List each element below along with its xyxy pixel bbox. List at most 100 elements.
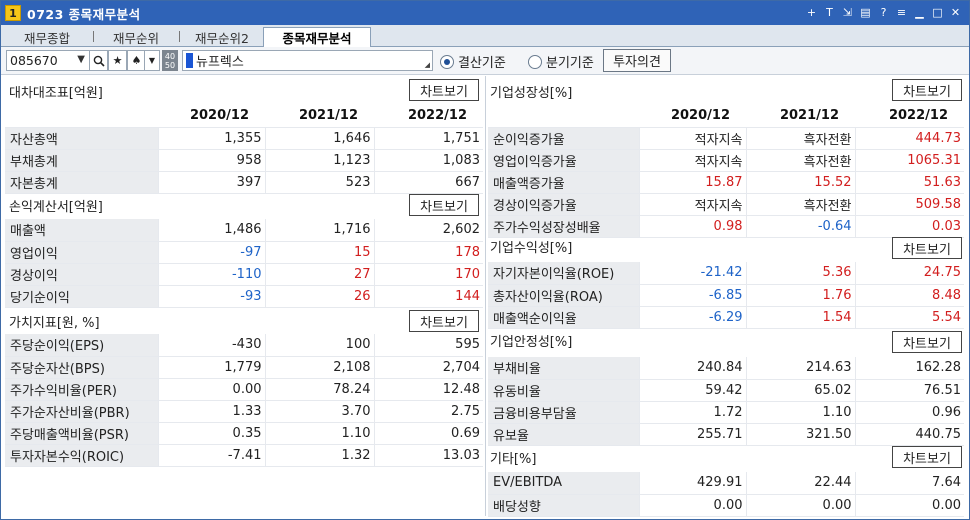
title-bar[interactable]: 1 0723 종목재무분석 + T ⇲ ▤ ? ≡ ▁ □ ✕ xyxy=(1,1,969,25)
minimize-icon[interactable]: ▁ xyxy=(912,4,927,20)
link-icon[interactable]: ⇲ xyxy=(840,4,855,20)
stock-name-value: 뉴프렉스 xyxy=(196,55,244,70)
chart-button-value[interactable]: 차트보기 xyxy=(409,310,479,332)
radio-quarter[interactable]: 분기기준 xyxy=(528,52,594,71)
table-row[interactable]: 영업이익증가율 적자지속 흑자전환 1065.31 xyxy=(488,149,964,172)
print-icon[interactable]: ▤ xyxy=(858,4,873,20)
value-cell: -21.42 xyxy=(638,262,746,285)
chart-button-etc[interactable]: 차트보기 xyxy=(892,446,962,468)
table-row[interactable]: 영업이익 -97 15 178 xyxy=(5,241,483,264)
value-cell: 13.03 xyxy=(373,444,483,467)
row-label: 당기순이익 xyxy=(5,285,158,308)
row-label: 주당순자산(BPS) xyxy=(5,356,158,379)
stock-code-input[interactable]: 085670 ▼ xyxy=(6,50,90,71)
chevron-down-icon[interactable]: ▼ xyxy=(77,54,85,65)
etc-table: EV/EBITDA 429.91 22.44 7.64 배당성향 0.00 0.00 0.00 xyxy=(488,472,964,517)
table-row[interactable]: 매출액 1,486 1,716 2,602 xyxy=(5,219,483,242)
table-row[interactable]: 주가수익비율(PER) 0.00 78.24 12.48 xyxy=(5,378,483,401)
plus-icon[interactable]: + xyxy=(804,4,819,20)
table-row[interactable]: 매출액증가율 15.87 15.52 51.63 xyxy=(488,171,964,194)
table-row[interactable]: 자본총계 397 523 667 xyxy=(5,171,483,194)
chart-button-growth[interactable]: 차트보기 xyxy=(892,79,962,101)
chart-button-balance[interactable]: 차트보기 xyxy=(409,79,479,101)
tab-stock-financial-analysis[interactable]: 종목재무분석 xyxy=(263,27,371,48)
growth-table: 2020/12 2021/12 2022/12 순이익증가율 적자지속 흑자전환 44… xyxy=(488,105,964,238)
value-cell: 440.75 xyxy=(854,423,964,446)
table-row[interactable]: 주당순이익(EPS) -430 100 595 xyxy=(5,334,483,357)
chart-button-income[interactable]: 차트보기 xyxy=(409,194,479,216)
table-row[interactable]: EV/EBITDA 429.91 22.44 7.64 xyxy=(488,472,964,495)
table-row[interactable]: 자기자본이익율(ROE) -21.42 5.36 24.75 xyxy=(488,262,964,285)
tab-financial-summary[interactable]: 재무종합 xyxy=(3,27,91,47)
row-label: 자기자본이익율(ROE) xyxy=(488,262,639,285)
table-row[interactable]: 주당매출액비율(PSR) 0.35 1.10 0.69 xyxy=(5,422,483,445)
year-header: 2020/12 xyxy=(639,105,746,128)
help-icon[interactable]: ? xyxy=(876,4,891,20)
value-cell: 2,108 xyxy=(264,356,374,379)
table-row[interactable]: 당기순이익 -93 26 144 xyxy=(5,285,483,308)
etc-rows: EV/EBITDA 429.91 22.44 7.64 배당성향 0.00 0.00 0.00 xyxy=(488,472,964,517)
table-row[interactable]: 부채비율 240.84 214.63 162.28 xyxy=(488,357,964,380)
profit-table: 자기자본이익율(ROE) -21.42 5.36 24.75 총자산이익율(ROA) -6… xyxy=(488,262,964,329)
maximize-icon[interactable]: □ xyxy=(930,4,945,20)
table-row[interactable]: 순이익증가율 적자지속 흑자전환 444.73 xyxy=(488,127,964,150)
value-cell: 429.91 xyxy=(638,472,746,495)
radio-annual-indicator[interactable] xyxy=(440,54,454,69)
radio-quarter-indicator[interactable] xyxy=(528,54,542,69)
stability-rows: 부채비율 240.84 214.63 162.28 유동비율 59.42 65.02 76.5… xyxy=(488,357,964,446)
value-cell: 2,704 xyxy=(373,356,483,379)
tab-financial-rank[interactable]: 재무순위 xyxy=(95,27,177,47)
stock-code-value: 085670 xyxy=(10,53,58,68)
table-row[interactable]: 배당성향 0.00 0.00 0.00 xyxy=(488,494,964,517)
search-icon[interactable] xyxy=(89,50,108,71)
table-row[interactable]: 투자자본수익(ROIC) -7.41 1.32 13.03 xyxy=(5,444,483,467)
value-cell: 적자지속 xyxy=(638,193,746,216)
group-badge-bottom: 50 xyxy=(164,60,176,70)
table-row[interactable]: 매출액순이익율 -6.29 1.54 5.54 xyxy=(488,306,964,329)
table-row[interactable]: 금융비용부담율 1.72 1.10 0.96 xyxy=(488,401,964,424)
text-icon[interactable]: T xyxy=(822,4,837,20)
section-title-growth: 기업성장성[%] xyxy=(490,85,573,101)
group-badge[interactable]: 40 50 xyxy=(162,50,178,71)
stock-name-field[interactable]: 뉴프렉스 ◢ xyxy=(182,50,433,71)
table-row[interactable]: 자산총액 1,355 1,646 1,751 xyxy=(5,127,483,150)
table-row[interactable]: 총자산이익율(ROA) -6.85 1.76 8.48 xyxy=(488,284,964,307)
row-label: 자본총계 xyxy=(5,171,158,194)
value-cell: 51.63 xyxy=(854,171,964,194)
radio-annual[interactable]: 결산기준 xyxy=(440,52,506,71)
value-cell: 240.84 xyxy=(638,357,746,380)
dropdown-arrow-icon[interactable]: ▼ xyxy=(144,50,160,71)
value-cell: 3.70 xyxy=(264,400,374,423)
value-cell: 1.32 xyxy=(264,444,374,467)
menu-icon[interactable]: ≡ xyxy=(894,4,909,20)
value-cell: 0.98 xyxy=(638,215,746,238)
table-row[interactable]: 유동비율 59.42 65.02 76.51 xyxy=(488,379,964,402)
table-row[interactable]: 부채총계 958 1,123 1,083 xyxy=(5,149,483,172)
table-row[interactable]: 경상이익 -110 27 170 xyxy=(5,263,483,286)
favorite-star-icon[interactable]: ★ xyxy=(108,50,127,71)
header-blank xyxy=(5,105,158,128)
value-rows: 주당순이익(EPS) -430 100 595 주당순자산(BPS) 1,779 2,108… xyxy=(5,334,483,467)
table-row[interactable]: 주가순자산비율(PBR) 1.33 3.70 2.75 xyxy=(5,400,483,423)
value-cell: 흑자전환 xyxy=(745,127,855,150)
value-cell: 0.00 xyxy=(638,494,746,517)
value-cell: 78.24 xyxy=(264,378,374,401)
value-cell: 26 xyxy=(264,285,374,308)
value-cell: 12.48 xyxy=(373,378,483,401)
close-icon[interactable]: ✕ xyxy=(948,4,963,20)
chart-button-stability[interactable]: 차트보기 xyxy=(892,331,962,353)
value-cell: 255.71 xyxy=(638,423,746,446)
value-cell: 958 xyxy=(157,149,265,172)
row-label: 주가수익비율(PER) xyxy=(5,378,158,401)
row-label: 부채총계 xyxy=(5,149,158,172)
chart-button-profit[interactable]: 차트보기 xyxy=(892,237,962,259)
table-row[interactable]: 경상이익증가율 적자지속 흑자전환 509.58 xyxy=(488,193,964,216)
section-title-income: 손익계산서[억원] xyxy=(9,199,103,215)
group-badge-top: 40 xyxy=(164,51,176,61)
tab-financial-rank-2[interactable]: 재무순위2 xyxy=(181,27,263,47)
investment-opinion-button[interactable]: 투자의견 xyxy=(603,49,671,72)
table-row[interactable]: 유보율 255.71 321.50 440.75 xyxy=(488,423,964,446)
value-cell: 144 xyxy=(373,285,483,308)
table-row[interactable]: 주당순자산(BPS) 1,779 2,108 2,704 xyxy=(5,356,483,379)
value-cell: 523 xyxy=(264,171,374,194)
